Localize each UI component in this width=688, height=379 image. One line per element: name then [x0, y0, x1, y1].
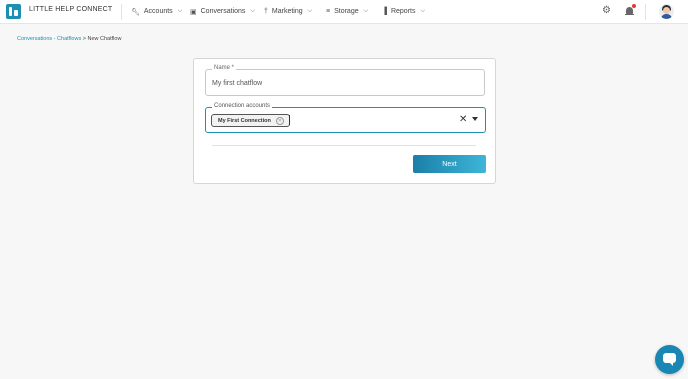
new-chatflow-form: Name * My first chatflow Connection acco… [193, 58, 496, 184]
top-navbar: LITTLE HELP CONNECT 🔧︎ Accounts ⌵ ▣ Conv… [0, 0, 688, 24]
nav-item-label: Storage [334, 8, 359, 15]
broadcast-icon: † [264, 8, 268, 15]
chevron-down-icon: ⌵ [307, 8, 313, 14]
breadcrumb-link-chatflows[interactable]: Conversations - Chatflows [17, 36, 81, 42]
close-icon[interactable]: ✕ [275, 116, 284, 125]
bell-icon[interactable] [625, 4, 636, 17]
nav-item-reports[interactable]: ▐ Reports ⌵ [382, 5, 425, 18]
text-cursor [289, 115, 290, 125]
next-button[interactable]: Next [413, 155, 486, 173]
nav-item-marketing[interactable]: † Marketing ⌵ [264, 5, 312, 18]
breadcrumb: Conversations - Chatflows > New Chatflow [17, 36, 121, 42]
selected-connection-chip: My First Connection ✕ [211, 114, 290, 127]
chevron-down-icon: ⌵ [420, 8, 426, 14]
chevron-down-icon: ⌵ [250, 8, 255, 14]
chat-icon: ▣ [190, 8, 197, 16]
form-divider [212, 145, 476, 146]
name-field[interactable]: Name * My first chatflow [205, 65, 485, 96]
chevron-down-icon[interactable] [472, 117, 478, 121]
chat-widget-button[interactable] [655, 345, 684, 374]
nav-item-conversations[interactable]: ▣ Conversations ⌵ [190, 5, 255, 18]
chevron-down-icon: ⌵ [363, 8, 369, 14]
nav-item-label: Marketing [271, 8, 303, 15]
clear-icon[interactable]: ✕ [459, 114, 467, 126]
bar-chart-icon: ▐ [382, 8, 387, 15]
name-input-value[interactable]: My first chatflow [212, 80, 262, 87]
connection-accounts-label: Connection accounts [212, 103, 273, 109]
connection-accounts-select[interactable]: Connection accounts My First Connection … [205, 103, 486, 133]
gear-icon[interactable]: ⚙ [602, 6, 611, 16]
nav-item-label: Accounts [143, 8, 173, 15]
breadcrumb-current: New Chatflow [87, 36, 122, 42]
navbar-divider [121, 4, 122, 20]
avatar[interactable] [659, 4, 674, 19]
chevron-down-icon: ⌵ [177, 8, 183, 14]
notification-badge [632, 4, 636, 8]
app-title[interactable]: LITTLE HELP CONNECT [29, 6, 112, 13]
wrench-icon: 🔧︎ [131, 8, 140, 16]
chip-label: My First Connection [218, 117, 271, 124]
name-label: Name * [212, 65, 237, 71]
nav-item-label: Reports [390, 8, 416, 15]
list-icon: ≡ [326, 8, 331, 15]
nav-item-storage[interactable]: ≡ Storage ⌵ [326, 5, 368, 18]
app-logo-icon[interactable] [6, 4, 21, 19]
nav-item-accounts[interactable]: 🔧︎ Accounts ⌵ [131, 5, 182, 18]
navbar-divider [645, 4, 646, 20]
nav-item-label: Conversations [200, 8, 246, 15]
